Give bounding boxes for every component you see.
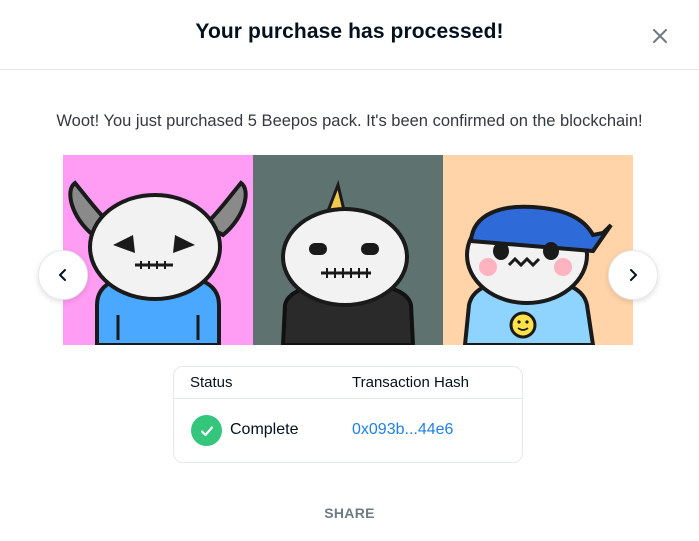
share-button[interactable]: SHARE xyxy=(0,505,699,521)
nft-image-beepo-1[interactable] xyxy=(63,155,253,345)
chevron-right-icon xyxy=(630,269,637,281)
carousel-prev-button[interactable] xyxy=(38,250,88,300)
carousel-next-button[interactable] xyxy=(608,250,658,300)
nft-image-beepo-2[interactable] xyxy=(253,155,443,345)
table-row: Complete 0x093b...44e6 xyxy=(174,399,522,462)
transaction-table-header: Status Transaction Hash xyxy=(174,367,522,399)
status-value: Complete xyxy=(230,421,299,438)
chevron-left-icon xyxy=(59,269,66,281)
nft-carousel xyxy=(63,155,633,345)
check-circle-icon xyxy=(191,415,222,446)
purchase-modal: Your purchase has processed! Woot! You j… xyxy=(0,0,699,541)
purchase-message: Woot! You just purchased 5 Beepos pack. … xyxy=(56,112,643,130)
close-icon xyxy=(653,29,667,43)
modal-title: Your purchase has processed! xyxy=(195,20,504,43)
transaction-table: Status Transaction Hash Complete 0x093b.… xyxy=(173,366,523,463)
close-button[interactable] xyxy=(646,22,674,50)
modal-header: Your purchase has processed! xyxy=(0,0,699,70)
transaction-hash-link[interactable]: 0x093b...44e6 xyxy=(352,421,453,439)
hash-column-header: Transaction Hash xyxy=(352,374,469,391)
status-column-header: Status xyxy=(190,374,233,391)
nft-image-beepo-3[interactable] xyxy=(443,155,633,345)
